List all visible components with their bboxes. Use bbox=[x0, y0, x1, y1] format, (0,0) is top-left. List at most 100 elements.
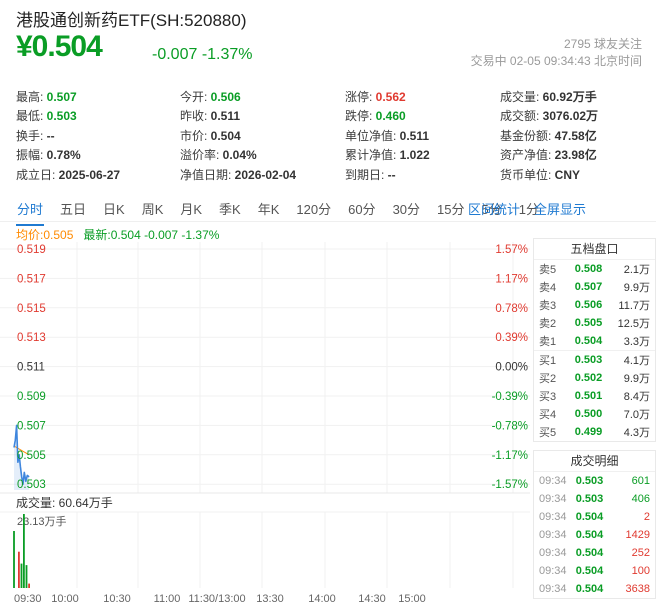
order-book-row[interactable]: 卖4 0.507 9.9万 bbox=[534, 278, 655, 296]
page-title: 港股通创新药ETF(SH:520880) bbox=[16, 11, 247, 30]
trade-row: 09:34 0.504 252 bbox=[534, 544, 655, 562]
trade-price: 0.503 bbox=[575, 475, 604, 487]
link-区间统计[interactable]: 区间统计 bbox=[468, 202, 520, 217]
trade-price: 0.503 bbox=[575, 493, 604, 505]
stat-label: 累计净值: bbox=[345, 148, 400, 163]
stat-label: 振幅: bbox=[16, 148, 47, 163]
intraday-chart[interactable]: 0.519 0.517 0.515 0.513 0.511 0.509 0.507 0.505… bbox=[0, 242, 533, 608]
stat-value: 0.506 bbox=[210, 90, 241, 104]
stat-item: 市价: 0.504 bbox=[180, 127, 296, 146]
stat-item: 基金份额: 47.58亿 bbox=[500, 127, 598, 146]
tab-日K[interactable]: 日K bbox=[102, 194, 126, 224]
trade-price: 0.504 bbox=[575, 565, 604, 577]
price-axis-label: 0.503 bbox=[17, 479, 46, 491]
order-book-row[interactable]: 卖2 0.505 12.5万 bbox=[534, 314, 655, 332]
session-status: 交易中 02-05 09:34:43 北京时间 bbox=[470, 54, 642, 68]
trade-row: 09:34 0.503 601 bbox=[534, 472, 655, 490]
price-axis-label: 0.505 bbox=[17, 450, 46, 462]
trade-log-panel: 成交明细 09:34 0.503 601 09:34 0.503 406 09:34 0.50… bbox=[533, 450, 656, 599]
trade-row: 09:34 0.503 406 bbox=[534, 490, 655, 508]
percent-axis-label: -0.78% bbox=[492, 420, 528, 432]
price-axis-label: 0.515 bbox=[17, 303, 46, 315]
stat-value: 0.562 bbox=[375, 90, 406, 104]
stat-value: 0.504 bbox=[210, 128, 241, 143]
stat-item: 昨收: 0.511 bbox=[180, 107, 296, 126]
stat-item: 成立日: 2025-06-27 bbox=[16, 166, 120, 185]
side-panel: 五档盘口 卖5 0.508 2.1万 卖4 0.507 9.9万 卖3 0.506 11.7万卖… bbox=[533, 238, 656, 599]
tab-30分[interactable]: 30分 bbox=[392, 194, 421, 224]
time-axis-label: 10:30 bbox=[103, 593, 131, 605]
time-axis-label: 11:30/13:00 bbox=[188, 593, 245, 605]
time-axis-label: 13:30 bbox=[256, 593, 284, 605]
trade-time: 09:34 bbox=[539, 529, 567, 541]
order-book-row[interactable]: 买2 0.502 9.9万 bbox=[534, 369, 655, 387]
order-level: 买2 bbox=[539, 373, 557, 385]
trade-volume: 2 bbox=[643, 511, 650, 523]
order-price: 0.508 bbox=[574, 263, 603, 275]
stat-label: 单位净值: bbox=[345, 128, 400, 143]
current-price: ¥0.504 bbox=[16, 30, 103, 63]
legend-avg-price: 均价:0.505 bbox=[16, 228, 74, 242]
tab-五日[interactable]: 五日 bbox=[59, 194, 87, 224]
tab-季K[interactable]: 季K bbox=[218, 194, 242, 224]
order-level: 卖3 bbox=[539, 300, 557, 312]
stats-column: 今开: 0.506 昨收: 0.511 市价: 0.504 溢价率: 0.04% 净值日… bbox=[180, 88, 296, 185]
tab-年K[interactable]: 年K bbox=[257, 194, 281, 224]
percent-axis-label: 1.17% bbox=[495, 273, 528, 285]
stat-label: 跌停: bbox=[345, 109, 376, 124]
trade-volume: 100 bbox=[631, 565, 650, 577]
stat-item: 货币单位: CNY bbox=[500, 166, 598, 185]
stat-value: 2025-06-27 bbox=[58, 167, 121, 182]
order-volume: 12.5万 bbox=[617, 318, 650, 330]
trade-volume: 1429 bbox=[625, 529, 650, 541]
stat-value: 0.511 bbox=[399, 128, 430, 143]
session-info: 2795 球友关注 交易中 02-05 09:34:43 北京时间 bbox=[471, 36, 642, 70]
stat-value: 0.503 bbox=[46, 109, 77, 124]
time-axis-label: 14:30 bbox=[358, 593, 386, 605]
order-book-row[interactable]: 买4 0.500 7.0万 bbox=[534, 405, 655, 423]
stat-label: 到期日: bbox=[345, 167, 388, 182]
trade-row: 09:34 0.504 2 bbox=[534, 508, 655, 526]
percent-axis-label: 0.39% bbox=[495, 332, 528, 344]
order-price: 0.505 bbox=[574, 317, 603, 329]
stat-label: 成交额: bbox=[500, 109, 543, 124]
stat-value: 1.022 bbox=[399, 148, 430, 163]
order-book-row[interactable]: 卖5 0.508 2.1万 bbox=[534, 260, 655, 278]
tab-周K[interactable]: 周K bbox=[141, 194, 165, 224]
order-price: 0.504 bbox=[574, 335, 603, 347]
order-level: 买4 bbox=[539, 409, 557, 421]
order-volume: 4.3万 bbox=[623, 427, 650, 439]
stat-value: 47.58亿 bbox=[554, 128, 597, 143]
order-volume: 2.1万 bbox=[623, 264, 650, 276]
price-axis-label: 0.517 bbox=[17, 273, 46, 285]
volume-pane-label: 成交量: 60.64万手 bbox=[16, 495, 113, 510]
stat-label: 净值日期: bbox=[180, 167, 235, 182]
order-price: 0.499 bbox=[574, 426, 603, 438]
trade-volume: 406 bbox=[631, 493, 650, 505]
stat-item: 涨停: 0.562 bbox=[345, 88, 430, 107]
stat-item: 跌停: 0.460 bbox=[345, 107, 430, 126]
order-book-row[interactable]: 买5 0.499 4.3万 bbox=[534, 423, 655, 441]
order-book-row[interactable]: 买3 0.501 8.4万 bbox=[534, 387, 655, 405]
order-volume: 9.9万 bbox=[623, 373, 650, 385]
tab-月K[interactable]: 月K bbox=[179, 194, 203, 224]
order-price: 0.503 bbox=[574, 354, 603, 366]
stats-column: 最高: 0.507 最低: 0.503 换手: -- 振幅: 0.78% 成立日: 20… bbox=[16, 88, 120, 185]
time-axis-label: 14:00 bbox=[308, 593, 336, 605]
trade-price: 0.504 bbox=[575, 583, 604, 595]
tab-60分[interactable]: 60分 bbox=[347, 194, 376, 224]
tab-120分[interactable]: 120分 bbox=[295, 194, 332, 224]
tab-分时[interactable]: 分时 bbox=[16, 194, 45, 226]
order-book-row[interactable]: 卖3 0.506 11.7万 bbox=[534, 296, 655, 314]
stat-value: -- bbox=[46, 128, 55, 143]
link-全屏显示[interactable]: 全屏显示 bbox=[534, 202, 586, 217]
trade-price: 0.504 bbox=[575, 529, 604, 541]
order-book-row[interactable]: 买1 0.503 4.1万 bbox=[534, 351, 655, 369]
stat-item: 成交额: 3076.02万 bbox=[500, 107, 598, 126]
order-book-panel: 五档盘口 卖5 0.508 2.1万 卖4 0.507 9.9万 卖3 0.506 11.7万卖… bbox=[533, 238, 656, 442]
trade-volume: 252 bbox=[631, 547, 650, 559]
order-book-row[interactable]: 卖1 0.504 3.3万 bbox=[534, 332, 655, 350]
stats-column: 涨停: 0.562 跌停: 0.460 单位净值: 0.511 累计净值: 1.022… bbox=[345, 88, 430, 185]
stat-item: 净值日期: 2026-02-04 bbox=[180, 166, 296, 185]
trade-time: 09:34 bbox=[539, 475, 567, 487]
